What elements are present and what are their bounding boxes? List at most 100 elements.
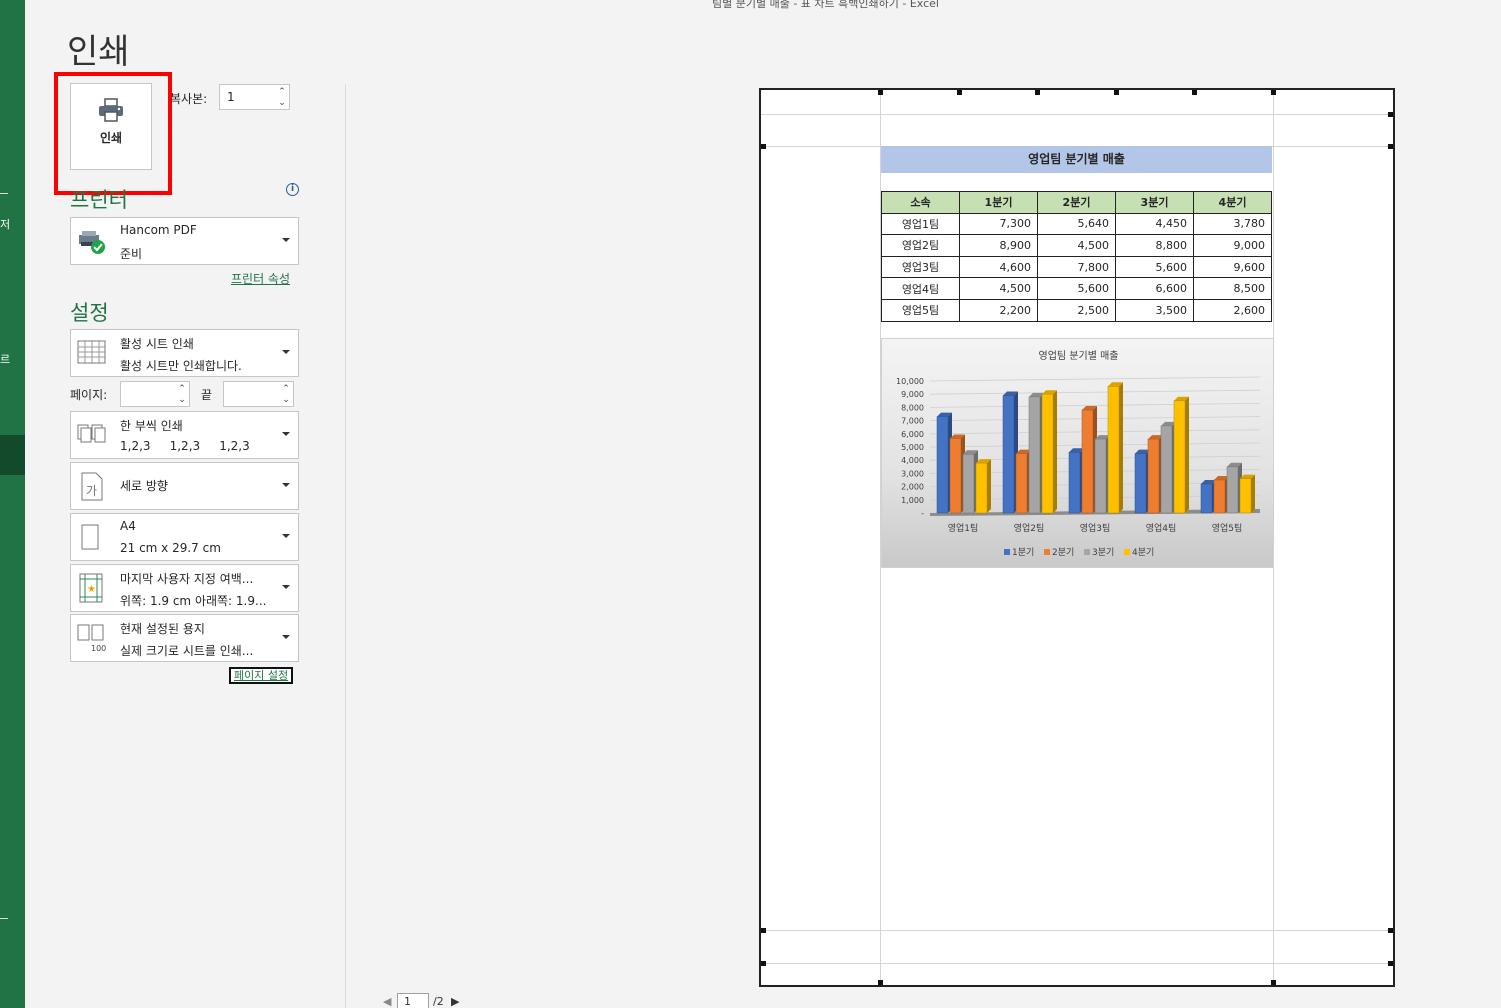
spin-down-icon[interactable]: ⌄ xyxy=(177,395,187,405)
copies-spinner[interactable]: 1 ⌃ ⌄ xyxy=(219,84,290,110)
rail-item-print-selected[interactable] xyxy=(0,435,25,475)
chart-gridline xyxy=(929,389,1261,395)
print-scope-dropdown[interactable]: 활성 시트 인쇄 활성 시트만 인쇄합니다. xyxy=(70,329,299,377)
chart-gridline xyxy=(929,376,1261,382)
margin-handle[interactable] xyxy=(761,928,766,933)
y-tick-label: - xyxy=(921,509,924,518)
bar xyxy=(1094,438,1107,514)
value-cell: 2,600 xyxy=(1193,298,1272,322)
print-button[interactable]: 인쇄 xyxy=(70,83,152,170)
paper-icon xyxy=(81,524,99,550)
margin-handle[interactable] xyxy=(1388,961,1393,966)
bar-side xyxy=(1185,396,1189,513)
rail-divider xyxy=(0,918,8,919)
value-cell: 3,500 xyxy=(1115,298,1194,322)
table-header: 3분기 xyxy=(1115,191,1194,214)
margins-sub: 위쪽: 1.9 cm 아래쪽: 1.9... xyxy=(120,594,267,608)
spin-down-icon[interactable]: ⌄ xyxy=(281,395,291,405)
spin-up-icon[interactable]: ⌃ xyxy=(277,87,287,97)
chevron-down-icon xyxy=(282,483,290,487)
value-cell: 4,600 xyxy=(959,255,1038,279)
bar xyxy=(936,416,949,514)
printer-properties-link[interactable]: 프린터 속성 xyxy=(231,270,290,287)
printer-section-label: 프린터 xyxy=(70,188,128,212)
collated-pages-icon xyxy=(77,424,106,443)
margin-handle[interactable] xyxy=(761,961,766,966)
bar xyxy=(1028,396,1041,514)
page-number-input[interactable]: 1 xyxy=(397,993,429,1008)
pages-to-label: 끝 xyxy=(201,388,213,402)
paper-size-dropdown[interactable]: A4 21 cm x 29.7 cm xyxy=(70,513,299,561)
value-cell: 2,200 xyxy=(959,298,1038,322)
page-total: /2 xyxy=(433,995,444,1008)
margin-handle[interactable] xyxy=(878,90,883,95)
bar xyxy=(1041,393,1054,514)
margin-handle[interactable] xyxy=(1192,90,1197,95)
copies-label: 복사본: xyxy=(170,92,208,106)
legend-label: 2분기 xyxy=(1052,547,1074,558)
pages-from-spinner[interactable]: ⌃ ⌄ xyxy=(120,381,190,407)
table-header: 2분기 xyxy=(1037,191,1116,214)
page-setup-link[interactable]: 페이지 설정 xyxy=(229,667,294,684)
margin-guide xyxy=(761,930,1393,931)
value-cell: 8,800 xyxy=(1115,234,1194,257)
margin-guide xyxy=(761,114,1393,115)
print-scope-title: 활성 시트 인쇄 xyxy=(120,337,194,351)
margin-handle[interactable] xyxy=(1271,90,1276,95)
svg-text:100: 100 xyxy=(91,644,106,653)
legend-label: 1분기 xyxy=(1012,547,1034,558)
panel-divider xyxy=(345,84,346,1008)
margin-handle[interactable] xyxy=(1388,928,1393,933)
copies-value: 1 xyxy=(227,90,235,104)
margin-handle[interactable] xyxy=(1035,90,1040,95)
prev-page-icon[interactable]: ◀ xyxy=(383,995,391,1008)
value-cell: 5,600 xyxy=(1037,277,1116,300)
margin-handle[interactable] xyxy=(878,980,883,985)
printer-dropdown[interactable]: Hancom PDF 준비 xyxy=(70,217,299,265)
margin-handle[interactable] xyxy=(957,90,962,95)
y-tick-label: 9,000 xyxy=(901,390,924,399)
spin-up-icon[interactable]: ⌃ xyxy=(177,384,187,394)
bar-side xyxy=(1251,474,1255,513)
margin-handle[interactable] xyxy=(1114,90,1119,95)
scaling-title: 현재 설정된 용지 xyxy=(120,622,205,636)
margins-icon: ★ xyxy=(79,573,103,603)
scaling-icon: 100 xyxy=(77,624,106,653)
bar xyxy=(975,462,988,514)
collation-dropdown[interactable]: 한 부씩 인쇄 1,2,3 1,2,3 1,2,3 xyxy=(70,411,299,459)
spin-down-icon[interactable]: ⌄ xyxy=(277,98,287,108)
margins-dropdown[interactable]: ★ 마지막 사용자 지정 여백... 위쪽: 1.9 cm 아래쪽: 1.9..… xyxy=(70,564,299,612)
pages-to-spinner[interactable]: ⌃ ⌄ xyxy=(223,381,294,407)
scaling-sub: 실제 크기로 시트를 인쇄... xyxy=(120,644,254,658)
collation-sub: 1,2,3 1,2,3 1,2,3 xyxy=(120,439,250,453)
bar xyxy=(1134,453,1147,514)
sales-table: 소속 1분기 2분기 3분기 4분기 영업1팀 7,300 5,640 4,45… xyxy=(881,191,1272,322)
rail-item-label[interactable]: 저 xyxy=(0,216,10,232)
y-tick-label: 3,000 xyxy=(901,469,924,478)
x-tick-label: 영업4팀 xyxy=(1146,522,1177,534)
next-page-icon[interactable]: ▶ xyxy=(451,995,459,1008)
margin-handle[interactable] xyxy=(1271,980,1276,985)
scaling-dropdown[interactable]: 100 현재 설정된 용지 실제 크기로 시트를 인쇄... xyxy=(70,614,299,662)
spin-up-icon[interactable]: ⌃ xyxy=(281,384,291,394)
margin-handle[interactable] xyxy=(1388,144,1393,149)
table-header: 1분기 xyxy=(959,191,1038,214)
margin-handle[interactable] xyxy=(761,144,766,149)
bar xyxy=(962,454,975,514)
portrait-page-icon: 가 xyxy=(81,472,103,501)
table-header: 4분기 xyxy=(1193,191,1272,214)
bar xyxy=(1015,453,1028,514)
info-icon[interactable]: i xyxy=(286,183,299,196)
orientation-dropdown[interactable]: 가 세로 방향 xyxy=(70,462,299,510)
table-row: 영업5팀 2,200 2,500 3,500 2,600 xyxy=(881,298,1272,322)
value-cell: 9,600 xyxy=(1193,255,1272,279)
window-title: 팀별 분기별 매출 - 표 차트 흑백인쇄하기 - Excel xyxy=(712,0,939,10)
margins-title: 마지막 사용자 지정 여백... xyxy=(120,572,254,586)
chevron-down-icon xyxy=(282,350,290,354)
backstage-nav-rail: 저 르 xyxy=(0,0,25,1008)
bar-side xyxy=(1119,382,1123,513)
margin-handle[interactable] xyxy=(1388,112,1393,117)
sheet-grid-icon xyxy=(77,340,106,364)
y-tick-label: 10,000 xyxy=(896,377,924,386)
rail-item-label[interactable]: 르 xyxy=(0,351,10,367)
